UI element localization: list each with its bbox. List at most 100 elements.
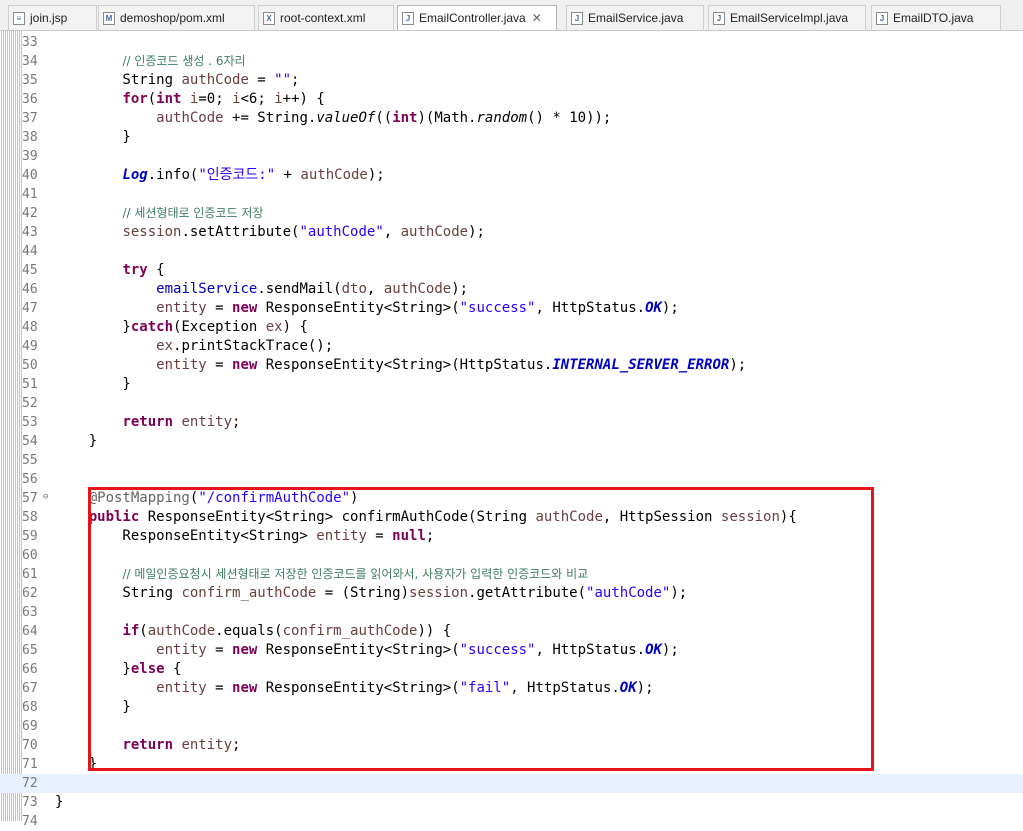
code-line[interactable]: 57 ⊖ @PostMapping("/confirmAuthCode") (0, 489, 1023, 508)
code-token: Log (122, 167, 148, 183)
tab-pom-xml[interactable]: M demoshop/pom.xml (98, 5, 255, 30)
code-token: ); (451, 281, 469, 297)
code-line[interactable]: 66 }else { (0, 660, 1023, 679)
code-line[interactable]: 71 } (0, 755, 1023, 774)
code-text: authCode += String.valueOf((int)(Math.ra… (55, 109, 611, 128)
tab-email-controller-java[interactable]: J EmailController.java ✕ (397, 5, 557, 30)
code-token: authCode (147, 623, 216, 639)
code-text: } (55, 698, 130, 717)
code-text: ex.printStackTrace(); (55, 337, 333, 356)
code-line[interactable]: 47 entity = new ResponseEntity<String>("… (0, 299, 1023, 318)
line-number: 42 (22, 206, 38, 221)
code-token: entity (156, 642, 207, 658)
code-token: , (383, 224, 401, 240)
code-line[interactable]: 50 entity = new ResponseEntity<String>(H… (0, 356, 1023, 375)
code-token: String (55, 585, 182, 601)
code-line[interactable]: 39 (0, 147, 1023, 166)
code-line[interactable]: 38 } (0, 128, 1023, 147)
line-number: 63 (22, 605, 38, 620)
code-token: // 인증코드 생성 . 6자리 (122, 54, 246, 68)
code-text: entity = new ResponseEntity<String>("suc… (55, 641, 679, 660)
code-token: entity (156, 357, 207, 373)
tab-label: EmailController.java (419, 11, 526, 25)
code-line[interactable]: 70 return entity; (0, 736, 1023, 755)
code-line[interactable]: 41 (0, 185, 1023, 204)
code-line[interactable]: 73} (0, 793, 1023, 812)
code-text: String confirm_authCode = (String)sessio… (55, 584, 687, 603)
code-token: "success" (459, 300, 536, 316)
code-token: .getAttribute( (468, 585, 587, 601)
close-icon[interactable]: ✕ (532, 11, 542, 25)
code-token: = (206, 642, 233, 658)
code-line[interactable]: 63 (0, 603, 1023, 622)
code-line[interactable]: 49 ex.printStackTrace(); (0, 337, 1023, 356)
code-line[interactable]: 34 // 인증코드 생성 . 6자리 (0, 52, 1023, 71)
code-token: new (232, 642, 258, 658)
code-line[interactable]: 68 } (0, 698, 1023, 717)
code-line[interactable]: 62 String confirm_authCode = (String)ses… (0, 584, 1023, 603)
code-line[interactable]: 65 entity = new ResponseEntity<String>("… (0, 641, 1023, 660)
code-line[interactable]: 51 } (0, 375, 1023, 394)
code-text: }else { (55, 660, 181, 679)
code-token: "success" (459, 642, 536, 658)
tab-email-dto-java[interactable]: J EmailDTO.java (871, 5, 1001, 30)
code-line[interactable]: 43 session.setAttribute("authCode", auth… (0, 223, 1023, 242)
code-line[interactable]: 55 (0, 451, 1023, 470)
line-number: 45 (22, 263, 38, 278)
code-line[interactable]: 35 String authCode = ""; (0, 71, 1023, 90)
code-line[interactable]: 48 }catch(Exception ex) { (0, 318, 1023, 337)
tab-email-service-java[interactable]: J EmailService.java (566, 5, 704, 30)
code-line[interactable]: 74 (0, 812, 1023, 831)
code-token: ResponseEntity<String> confirmAuthCode(S… (139, 509, 536, 525)
code-line[interactable]: 67 entity = new ResponseEntity<String>("… (0, 679, 1023, 698)
code-text: entity = new ResponseEntity<String>("fai… (55, 679, 653, 698)
fold-toggle-icon[interactable]: ⊖ (43, 493, 48, 502)
line-number: 54 (22, 434, 38, 449)
code-text: if(authCode.equals(confirm_authCode)) { (55, 622, 451, 641)
code-line[interactable]: 61 // 메일인증요청시 세션형태로 저장한 인증코드를 읽어와서, 사용자가… (0, 565, 1023, 584)
code-line[interactable]: 56 (0, 470, 1023, 489)
code-token: "fail" (459, 680, 511, 696)
code-line[interactable]: 46 emailService.sendMail(dto, authCode); (0, 280, 1023, 299)
code-token: "/confirmAuthCode" (198, 490, 351, 506)
line-number: 59 (22, 529, 38, 544)
code-token: ) (350, 490, 359, 506)
code-line[interactable]: 72 (0, 774, 1023, 793)
tab-root-context-xml[interactable]: X root-context.xml (258, 5, 394, 30)
code-token: entity (181, 414, 233, 430)
code-line[interactable]: 40 Log.info("인증코드:" + authCode); (0, 166, 1023, 185)
tab-join-jsp[interactable]: ≡ join.jsp (8, 5, 97, 30)
java-file-icon: J (571, 11, 583, 25)
code-line[interactable]: 42 // 세션형태로 인증코드 저장 (0, 204, 1023, 223)
code-text: String authCode = ""; (55, 71, 299, 90)
code-token: OK (645, 642, 662, 658)
code-line[interactable]: 64 if(authCode.equals(confirm_authCode))… (0, 622, 1023, 641)
code-token: ); (670, 585, 688, 601)
code-token: ); (661, 642, 679, 658)
code-line[interactable]: 60 (0, 546, 1023, 565)
code-line[interactable]: 37 authCode += String.valueOf((int)(Math… (0, 109, 1023, 128)
code-line[interactable]: 33 (0, 33, 1023, 52)
code-line[interactable]: 36 for(int i=0; i<6; i++) { (0, 90, 1023, 109)
code-token: .equals( (215, 623, 283, 639)
code-line[interactable]: 52 (0, 394, 1023, 413)
tab-email-service-impl-java[interactable]: J EmailServiceImpl.java (708, 5, 866, 30)
code-line[interactable]: 53 return entity; (0, 413, 1023, 432)
code-line[interactable]: 69 (0, 717, 1023, 736)
code-line[interactable]: 59 ResponseEntity<String> entity = null; (0, 527, 1023, 546)
java-file-icon: J (402, 11, 414, 25)
code-text: return entity; (55, 736, 240, 755)
code-token: authCode (383, 281, 452, 297)
code-line[interactable]: 54 } (0, 432, 1023, 451)
code-line[interactable]: 45 try { (0, 261, 1023, 280)
code-line[interactable]: 58 public ResponseEntity<String> confirm… (0, 508, 1023, 527)
code-editor[interactable]: 33 34 // 인증코드 생성 . 6자리 35 String authCode … (0, 31, 1023, 829)
code-text: entity = new ResponseEntity<String>("suc… (55, 299, 679, 318)
line-number: 40 (22, 168, 38, 183)
code-line[interactable]: 44 (0, 242, 1023, 261)
code-text: entity = new ResponseEntity<String>(Http… (55, 356, 746, 375)
